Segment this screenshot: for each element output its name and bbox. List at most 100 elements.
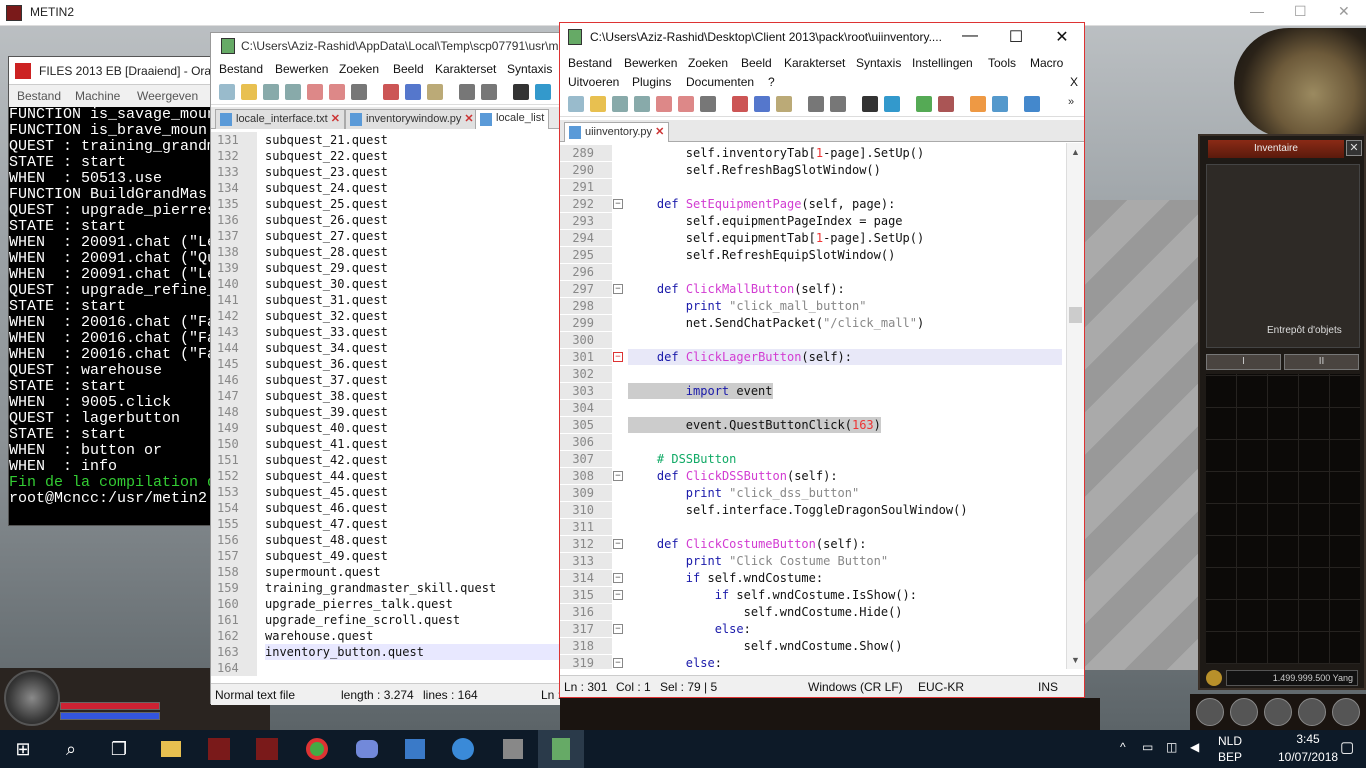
volume-icon[interactable]: ◀ <box>1190 740 1199 754</box>
tab-locale-interface[interactable]: locale_interface.txt ✕ <box>215 109 345 129</box>
menu-karakterset[interactable]: Karakterset <box>435 62 496 76</box>
redo-icon[interactable] <box>830 96 846 112</box>
skill-slot[interactable] <box>1196 698 1224 726</box>
cut-icon[interactable] <box>732 96 748 112</box>
minimize-button[interactable]: — <box>950 27 990 45</box>
new-file-icon[interactable] <box>568 96 584 112</box>
menu-syntaxis[interactable]: Syntaxis <box>856 56 901 70</box>
menu-zoeken[interactable]: Zoeken <box>339 62 379 76</box>
print-icon[interactable] <box>351 84 367 100</box>
menu-macro[interactable]: Macro <box>1030 56 1063 70</box>
menu-machine[interactable]: Machine <box>75 89 120 103</box>
tab-uiinventory[interactable]: uiinventory.py ✕ <box>564 122 670 142</box>
menu-uitvoeren[interactable]: Uitvoeren <box>568 75 619 89</box>
inventory-close-button[interactable]: ✕ <box>1346 140 1362 156</box>
close-tab-icon[interactable]: ✕ <box>331 113 340 125</box>
copy-icon[interactable] <box>405 84 421 100</box>
save-icon[interactable] <box>263 84 279 100</box>
menu-zoeken[interactable]: Zoeken <box>688 56 728 70</box>
menu-beeld[interactable]: Beeld <box>741 56 772 70</box>
menu-bestand[interactable]: Bestand <box>219 62 263 76</box>
skill-slot[interactable] <box>1230 698 1258 726</box>
search-icon[interactable]: ⌕ <box>48 730 94 768</box>
menu-beeld[interactable]: Beeld <box>393 62 424 76</box>
redo-icon[interactable] <box>481 84 497 100</box>
indent-guide-icon[interactable] <box>1024 96 1040 112</box>
fold-toggle-icon[interactable]: − <box>613 624 623 634</box>
copy-icon[interactable] <box>754 96 770 112</box>
fold-toggle-icon[interactable]: − <box>613 352 623 362</box>
action-center-icon[interactable]: ▢ <box>1340 738 1354 756</box>
terminal-output[interactable]: FUNCTION is_savage_moun FUNCTION is_brav… <box>9 107 219 525</box>
zoom-out-icon[interactable] <box>938 96 954 112</box>
tab-inventorywindow[interactable]: inventorywindow.py ✕ <box>345 109 479 129</box>
keyboard-layout[interactable]: BEP <box>1218 750 1242 764</box>
discord-icon[interactable] <box>344 730 390 768</box>
np2-editor[interactable]: 289 self.inventoryTab[1-page].SetUp() 290… <box>560 143 1066 669</box>
fold-toggle-icon[interactable]: − <box>613 573 623 583</box>
notepadpp-icon[interactable] <box>538 730 584 768</box>
minimize-icon[interactable]: — <box>1250 3 1264 19</box>
metin2-taskbar-icon-2[interactable] <box>244 730 290 768</box>
menu-plugins[interactable]: Plugins <box>632 75 671 89</box>
save-icon[interactable] <box>612 96 628 112</box>
np1-titlebar[interactable]: C:\Users\Aziz-Rashid\AppData\Local\Temp\… <box>211 33 563 59</box>
find-icon[interactable] <box>862 96 878 112</box>
replace-icon[interactable] <box>884 96 900 112</box>
find-icon[interactable] <box>513 84 529 100</box>
close-all-icon[interactable] <box>678 96 694 112</box>
menu-weergeven[interactable]: Weergeven <box>137 89 198 103</box>
character-orb[interactable] <box>4 670 60 726</box>
zoom-in-icon[interactable] <box>916 96 932 112</box>
task-view-icon[interactable]: ❐ <box>96 730 142 768</box>
menu-bewerken[interactable]: Bewerken <box>275 62 328 76</box>
save-all-icon[interactable] <box>285 84 301 100</box>
open-file-icon[interactable] <box>590 96 606 112</box>
fold-toggle-icon[interactable]: − <box>613 471 623 481</box>
close-all-icon[interactable] <box>329 84 345 100</box>
notepad-window-locale-list[interactable]: C:\Users\Aziz-Rashid\AppData\Local\Temp\… <box>210 32 563 705</box>
open-file-icon[interactable] <box>241 84 257 100</box>
menu-karakterset[interactable]: Karakterset <box>784 56 845 70</box>
notepad-window-uiinventory[interactable]: C:\Users\Aziz-Rashid\Desktop\Client 2013… <box>559 22 1085 698</box>
undo-icon[interactable] <box>459 84 475 100</box>
wrap-icon[interactable] <box>992 96 1008 112</box>
menu-instellingen[interactable]: Instellingen <box>912 56 973 70</box>
fold-toggle-icon[interactable]: − <box>613 539 623 549</box>
inventory-tab-1[interactable]: I <box>1206 354 1281 370</box>
vbox-titlebar[interactable]: FILES 2013 EB [Draaiend] - Oracle <box>9 57 226 85</box>
scroll-down-icon[interactable]: ▼ <box>1071 655 1080 665</box>
menu-help[interactable]: ? <box>768 75 775 89</box>
virtualbox-icon[interactable] <box>392 730 438 768</box>
network-icon[interactable]: ◫ <box>1166 740 1177 754</box>
windows-start-icon[interactable]: ⊞ <box>0 730 46 768</box>
skill-hotbar[interactable] <box>560 698 1100 730</box>
fold-toggle-icon[interactable]: − <box>613 590 623 600</box>
save-all-icon[interactable] <box>634 96 650 112</box>
paste-icon[interactable] <box>427 84 443 100</box>
sync-scroll-icon[interactable] <box>970 96 986 112</box>
ccleaner-icon[interactable] <box>440 730 486 768</box>
close-file-icon[interactable] <box>656 96 672 112</box>
close-button[interactable]: ✕ <box>1042 27 1082 47</box>
inventory-tab-2[interactable]: II <box>1284 354 1359 370</box>
menu-documenten[interactable]: Documenten <box>686 75 754 89</box>
show-hidden-icons[interactable]: ^ <box>1120 740 1126 754</box>
menu-bestand[interactable]: Bestand <box>568 56 612 70</box>
clock-time[interactable]: 3:45 <box>1278 732 1338 746</box>
menu-tools[interactable]: Tools <box>988 56 1016 70</box>
cut-icon[interactable] <box>383 84 399 100</box>
paste-icon[interactable] <box>776 96 792 112</box>
entrepot-label[interactable]: Entrepôt d'objets <box>1267 325 1342 336</box>
battery-icon[interactable]: ▭ <box>1142 740 1153 754</box>
inventory-window[interactable]: Inventaire ✕ Entrepôt d'objets I II 1.49… <box>1198 134 1366 690</box>
fold-toggle-icon[interactable]: − <box>613 199 623 209</box>
skill-slot[interactable] <box>1264 698 1292 726</box>
virtualbox-window[interactable]: FILES 2013 EB [Draaiend] - Oracle Bestan… <box>8 56 226 526</box>
close-tab-icon[interactable]: ✕ <box>464 113 473 125</box>
clock-date[interactable]: 10/07/2018 <box>1278 750 1338 764</box>
fold-toggle-icon[interactable]: − <box>613 284 623 294</box>
menu-bestand[interactable]: Bestand <box>17 89 61 103</box>
fold-toggle-icon[interactable]: − <box>613 658 623 668</box>
scroll-thumb[interactable] <box>1069 307 1082 323</box>
